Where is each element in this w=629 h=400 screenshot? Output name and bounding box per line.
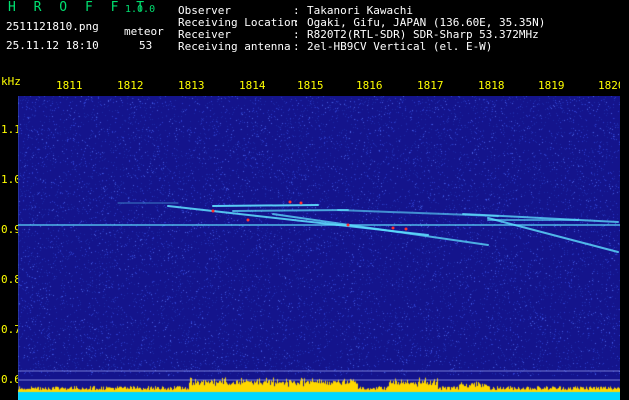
x-tick-label: 1818 xyxy=(478,79,505,92)
header-panel: H R O F F T 1.0.0 2511121810.png meteor … xyxy=(0,0,629,76)
x-tick-label: 1813 xyxy=(178,79,205,92)
file-name: 2511121810.png xyxy=(6,20,99,33)
timestamp: 25.11.12 18:10 xyxy=(6,39,99,52)
hot-spot xyxy=(288,200,292,204)
meteor-trace xyxy=(232,209,349,212)
hot-spot xyxy=(346,223,350,227)
plot-right-margin xyxy=(620,76,629,400)
meteor-trace xyxy=(487,217,619,253)
meteor-trace xyxy=(212,204,319,207)
x-tick-label: 1816 xyxy=(356,79,383,92)
meteor-count: 53 xyxy=(139,39,153,52)
meteor-trace xyxy=(272,213,489,246)
app-version: 1.0.0 xyxy=(125,4,156,15)
x-tick-label: 1817 xyxy=(417,79,444,92)
info-key-antenna: Receiving antenna xyxy=(178,40,291,53)
time-axis: 1811 1812 1813 1814 1815 1816 1817 1818 … xyxy=(18,76,625,96)
x-tick-label: 1819 xyxy=(538,79,565,92)
hot-spot xyxy=(299,201,303,205)
x-tick-label: 1812 xyxy=(117,79,144,92)
hot-spot xyxy=(211,209,215,213)
info-sep: : xyxy=(293,40,300,53)
info-value-antenna: 2el-HB9CV Vertical (el. E-W) xyxy=(307,40,493,53)
x-tick-label: 1814 xyxy=(239,79,266,92)
x-tick-label: 1815 xyxy=(297,79,324,92)
hot-spot xyxy=(246,218,250,222)
meteor-label: meteor xyxy=(124,25,164,38)
y-axis-unit: kHz xyxy=(1,75,21,88)
hot-spot xyxy=(391,226,395,230)
spectrogram-overlay xyxy=(18,96,620,400)
x-tick-label: 1811 xyxy=(56,79,83,92)
hot-spot xyxy=(404,227,408,231)
frequency-axis: kHz 1.1 1.0 0.9 0.8 0.7 0.6 xyxy=(0,75,21,400)
spectrogram xyxy=(18,96,620,400)
